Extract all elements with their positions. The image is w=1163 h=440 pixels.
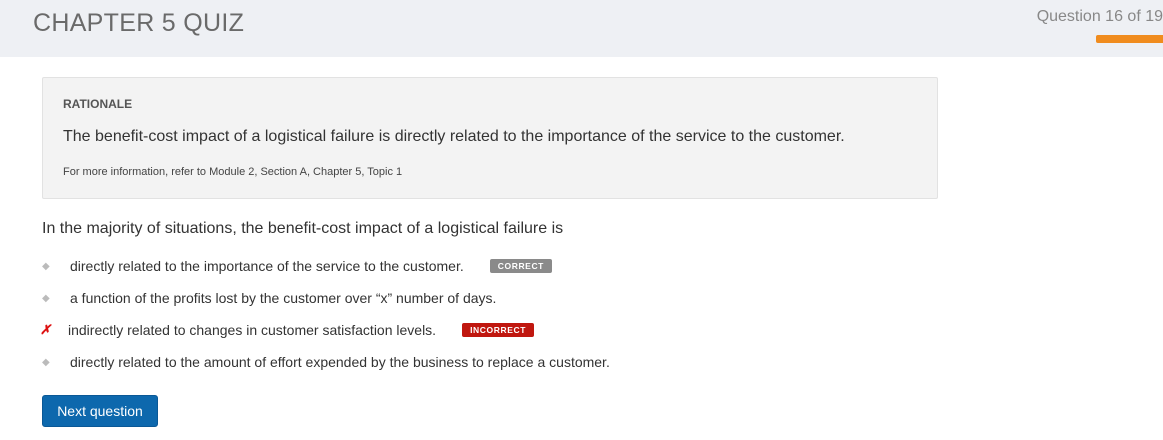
rationale-box: RATIONALE The benefit-cost impact of a l… [42, 77, 938, 199]
incorrect-x-icon: ✗ [40, 322, 51, 337]
next-question-button[interactable]: Next question [42, 395, 158, 427]
option-text: directly related to the amount of effort… [70, 354, 610, 370]
answer-option: ◆ directly related to the amount of effo… [40, 352, 610, 372]
bullet-icon: ◆ [42, 260, 50, 272]
answer-option: ✗ indirectly related to changes in custo… [40, 320, 535, 340]
incorrect-badge: INCORRECT [462, 323, 535, 337]
question-text: In the majority of situations, the benef… [42, 220, 564, 237]
question-counter: Question 16 of 19 [1036, 8, 1163, 25]
rationale-more-info: For more information, refer to Module 2,… [63, 166, 403, 178]
correct-badge: CORRECT [489, 259, 552, 273]
option-text: directly related to the importance of th… [70, 258, 464, 274]
rationale-label: RATIONALE [63, 97, 133, 111]
quiz-header: CHAPTER 5 QUIZ Question 16 of 19 [0, 0, 1163, 57]
rationale-text: The benefit-cost impact of a logistical … [63, 128, 845, 145]
bullet-icon: ◆ [42, 356, 50, 368]
progress-fill [1096, 35, 1163, 43]
option-text: indirectly related to changes in custome… [68, 322, 437, 338]
page-title: CHAPTER 5 QUIZ [33, 9, 245, 37]
answer-option: ◆ a function of the profits lost by the … [40, 288, 496, 308]
answer-option: ◆ directly related to the importance of … [40, 256, 552, 276]
bullet-icon: ◆ [42, 292, 50, 304]
option-text: a function of the profits lost by the cu… [70, 290, 497, 306]
progress-bar [1096, 35, 1163, 43]
